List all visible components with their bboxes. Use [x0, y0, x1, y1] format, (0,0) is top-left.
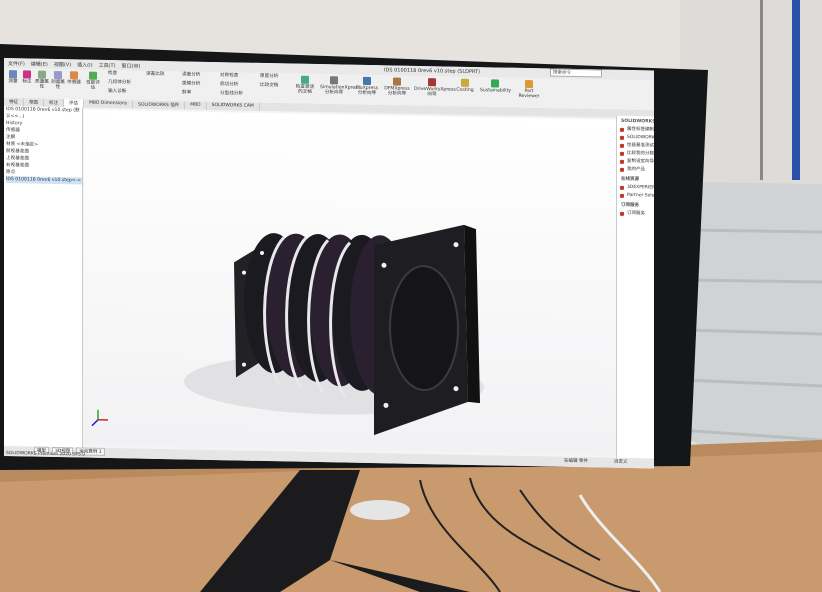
task-pane: SOLIDWORKS 工具 属性标签编制程序 SOLIDWORKS Rx 性能基… — [616, 115, 654, 460]
driveworks-button[interactable]: DriveWorksXpress向导 — [414, 78, 456, 98]
feature-manager-tree: IDS 0100118 0rev6 v10.step (默认<<...) His… — [4, 106, 83, 448]
menu-edit[interactable]: 编辑(E) — [31, 60, 48, 67]
measure-button[interactable]: 测量 — [6, 70, 20, 84]
deviation-compare-button[interactable]: 误差比较 — [146, 72, 180, 78]
check-button[interactable]: 检查 — [108, 71, 138, 77]
thickness-button[interactable]: 厚度分析 — [260, 74, 294, 80]
graphics-viewport[interactable] — [84, 109, 616, 455]
undercut-button[interactable]: 底切分析 — [220, 82, 254, 88]
parting-line-button[interactable]: 分型线分析 — [220, 91, 254, 97]
performance-button[interactable]: 性能评估 — [84, 71, 102, 91]
taskpane-link[interactable]: 订阅服务 — [617, 210, 654, 220]
search-input[interactable]: 搜索命令 — [550, 68, 602, 78]
mass-props-button[interactable]: 质量属性 — [34, 70, 50, 90]
photo-scene: 文件(F) 编辑(E) 视图(V) 插入(I) 工具(T) 窗口(W) IDS … — [0, 0, 822, 592]
simulationxpress-button[interactable]: SimulationXpress分析向导 — [320, 76, 360, 96]
check-active-doc-button[interactable]: 检查激活的文档 — [294, 75, 316, 95]
slope-button[interactable]: 斜率 — [182, 90, 216, 96]
sustainability-button[interactable]: Sustainability — [480, 79, 511, 94]
symmetry-check-button[interactable]: 对称检查 — [220, 73, 254, 79]
tab-mbd-dimensions[interactable]: MBD Dimensions — [84, 99, 134, 109]
costing-button[interactable]: Costing — [454, 78, 476, 93]
tree-item-selected[interactable]: IDS 0100118 0rev6 v10.step<-> — [6, 176, 82, 185]
tab-mbd[interactable]: MBD — [185, 101, 207, 110]
deviation-analysis-button[interactable]: 误差分析 — [182, 72, 216, 78]
section-props-button[interactable]: 剖面属性 — [50, 70, 66, 90]
bellows-part-model — [91, 224, 484, 436]
draft-analysis-button[interactable]: 拔模分析 — [182, 81, 216, 87]
menu-file[interactable]: 文件(F) — [8, 60, 25, 67]
compare-docs-button[interactable]: 比较文档 — [260, 83, 294, 89]
menu-window[interactable]: 窗口(W) — [122, 62, 141, 69]
floxpress-button[interactable]: FloXpress分析向导 — [354, 76, 380, 96]
markup-button[interactable]: 标注 — [20, 70, 34, 85]
tab-addins[interactable]: SOLIDWORKS 插件 — [133, 100, 186, 110]
sensor-button[interactable]: 传感器 — [66, 71, 82, 85]
part-reviewer-button[interactable]: Part Reviewer — [516, 80, 542, 99]
tab-cam[interactable]: SOLIDWORKS CAM — [206, 101, 260, 111]
menu-tools[interactable]: 工具(T) — [99, 61, 116, 68]
monitor-screen: 文件(F) 编辑(E) 视图(V) 插入(I) 工具(T) 窗口(W) IDS … — [4, 58, 654, 469]
edit-status: 在编辑 零件 — [564, 458, 588, 465]
geometry-analysis-button[interactable]: 几何体分析 — [108, 80, 142, 86]
units-status[interactable]: 自定义 — [614, 459, 628, 465]
menu-insert[interactable]: 插入(I) — [77, 61, 92, 68]
tree-item[interactable]: IDS 0100118 0rev6 v10.step (默认<<...) — [6, 106, 82, 121]
dfmxpress-button[interactable]: DFMXpress分析向导 — [384, 77, 410, 97]
menu-view[interactable]: 视图(V) — [54, 60, 71, 67]
import-diagnostics-button[interactable]: 输入诊断 — [108, 89, 142, 95]
